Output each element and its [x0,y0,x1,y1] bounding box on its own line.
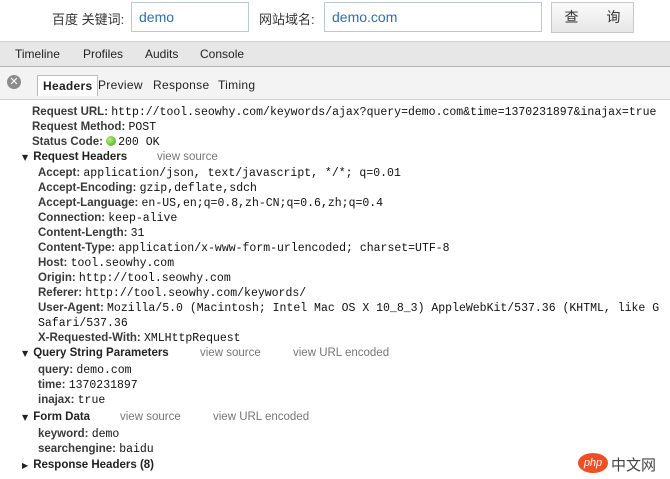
form-data-view-source[interactable]: view source [120,410,181,424]
header-row: X-Requested-With: XMLHttpRequest [38,331,241,346]
subtab-headers[interactable]: Headers [37,75,99,96]
header-key: Connection: [38,212,106,224]
header-row: Content-Length: 31 [38,226,144,241]
header-value: 1370231897 [68,379,138,392]
header-value: gzip,deflate,sdch [139,182,257,195]
keyword-label: 百度 关键词: [52,12,125,27]
query-params-view-url-encoded[interactable]: view URL encoded [293,346,389,360]
header-key: Referer: [38,287,83,299]
header-value: application/json, text/javascript, */*; … [83,167,401,180]
header-value: XMLHttpRequest [143,332,241,345]
header-row: query: demo.com [38,363,132,378]
status-code-row: Status Code: 200 OK [32,135,160,150]
header-value: baidu [119,443,154,456]
status-code-key: Status Code: [32,136,103,148]
header-value: en-US,en;q=0.8,zh-CN;q=0.6,zh;q=0.4 [141,197,384,210]
header-row: Accept: application/json, text/javascrip… [38,166,401,181]
header-value: true [77,394,106,407]
header-key: User-Agent: [38,302,104,314]
devtools-toolbar: Timeline Profiles Audits Console [0,41,670,67]
keyword-input[interactable] [131,2,249,32]
domain-input[interactable] [324,2,542,32]
tab-timeline[interactable]: Timeline [15,47,60,61]
expand-triangle-icon: ▼ [22,349,29,358]
header-row: time: 1370231897 [38,378,138,393]
header-value: demo [91,428,120,441]
tab-profiles[interactable]: Profiles [83,47,123,61]
request-method-value: POST [128,121,157,134]
form-data-view-url-encoded[interactable]: view URL encoded [213,410,309,424]
header-key: inajax: [38,394,75,406]
header-row: keyword: demo [38,427,119,442]
header-value: keep-alive [108,212,178,225]
tab-console[interactable]: Console [200,47,244,61]
header-value: 31 [130,227,145,240]
header-key: Accept-Language: [38,197,139,209]
header-row: Connection: keep-alive [38,211,177,226]
header-row: Host: tool.seowhy.com [38,256,174,271]
php-cn-watermark: php 中文网 [578,453,668,477]
subtab-preview[interactable]: Preview [93,75,148,95]
header-key: time: [38,379,66,391]
tab-audits[interactable]: Audits [145,47,178,61]
watermark-site-text: 中文网 [611,457,657,474]
query-params-view-source[interactable]: view source [200,346,261,360]
subtab-response[interactable]: Response [148,75,214,95]
header-row: inajax: true [38,393,105,408]
status-ok-icon [106,136,117,146]
expand-triangle-icon: ▼ [22,153,29,162]
header-row: Origin: http://tool.seowhy.com [38,271,231,286]
status-code-value: 200 OK [118,136,160,149]
request-method-key: Request Method: [32,121,126,133]
header-key: keyword: [38,428,89,440]
header-value: tool.seowhy.com [70,257,175,270]
network-detail-tabs: ✕ Headers Preview Response Timing [0,67,670,100]
collapse-triangle-icon: ▶ [22,461,29,470]
query-params-title: Query String Parameters [33,347,169,359]
query-params-section[interactable]: ▼ Query String Parameters view source vi… [22,346,422,361]
php-logo: php [578,453,608,473]
header-row: Accept-Language: en-US,en;q=0.8,zh-CN;q=… [38,196,383,211]
request-url-value: http://tool.seowhy.com/keywords/ajax?que… [111,106,657,119]
request-headers-section[interactable]: ▼ Request Headers view source [22,150,422,165]
response-headers-title: Response Headers (8) [33,459,154,471]
header-row: searchengine: baidu [38,442,154,457]
header-value: http://tool.seowhy.com [78,272,231,285]
request-headers-title: Request Headers [33,151,128,163]
header-key: Origin: [38,272,76,284]
header-key: Content-Length: [38,227,128,239]
header-key: Host: [38,257,68,269]
close-icon[interactable]: ✕ [7,75,21,89]
search-bar: 百度 关键词: 网站域名: 查 询 [0,0,670,38]
header-row: Content-Type: application/x-www-form-url… [38,241,450,256]
header-key: searchengine: [38,443,116,455]
header-row: Accept-Encoding: gzip,deflate,sdch [38,181,257,196]
request-url-key: Request URL: [32,106,109,118]
form-data-title: Form Data [33,411,91,423]
header-key: Accept-Encoding: [38,182,137,194]
header-value: Mozilla/5.0 (Macintosh; Intel Mac OS X 1… [107,302,660,315]
request-method-row: Request Method: POST [32,120,156,135]
header-row: Safari/537.36 [38,316,128,331]
header-key: query: [38,364,74,376]
header-key: Content-Type: [38,242,116,254]
header-value: demo.com [76,364,132,377]
form-data-section[interactable]: ▼ Form Data view source view URL encoded [22,410,422,425]
header-value: Safari/537.36 [38,317,128,330]
request-url-row: Request URL: http://tool.seowhy.com/keyw… [32,105,656,120]
domain-label: 网站域名: [259,12,315,27]
query-button[interactable]: 查 询 [551,2,634,33]
header-key: Accept: [38,167,81,179]
header-value: http://tool.seowhy.com/keywords/ [85,287,307,300]
header-value: application/x-www-form-urlencoded; chars… [118,242,450,255]
header-row: Referer: http://tool.seowhy.com/keywords… [38,286,306,301]
subtab-timing[interactable]: Timing [213,75,260,95]
request-headers-view-source[interactable]: view source [157,150,218,164]
expand-triangle-icon: ▼ [22,413,29,422]
header-key: X-Requested-With: [38,332,141,344]
response-headers-section[interactable]: ▶ Response Headers (8) [22,458,154,473]
header-row: User-Agent: Mozilla/5.0 (Macintosh; Inte… [38,301,659,316]
